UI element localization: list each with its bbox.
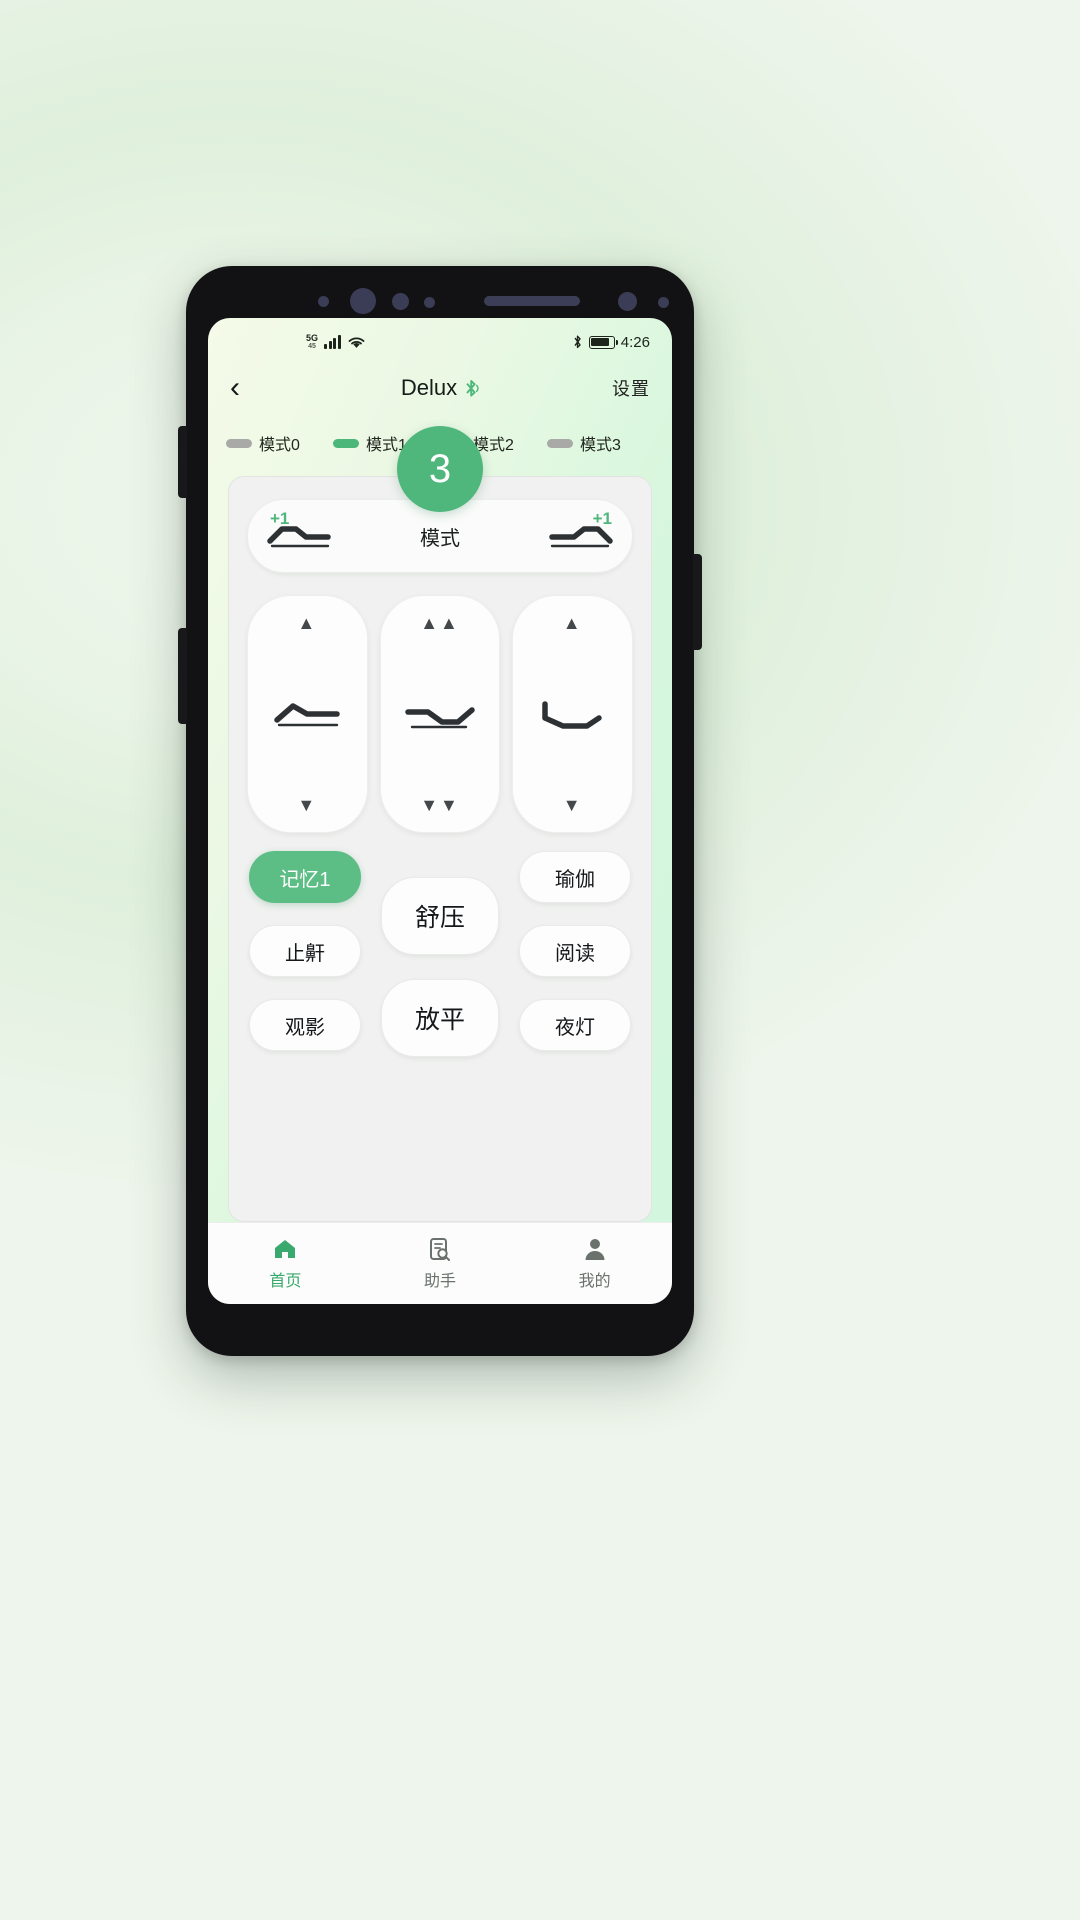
mode-item-0[interactable]: 模式0 [226, 431, 333, 455]
mode-item-3[interactable]: 模式3 [547, 431, 654, 455]
nav-item-assistant[interactable]: 助手 [363, 1236, 518, 1291]
nav-label: 首页 [269, 1273, 302, 1290]
control-head[interactable]: ▲ ▼ [247, 595, 368, 833]
nav-label: 助手 [424, 1273, 457, 1290]
preset-buttons: 记忆1 止鼾 观影 舒压 放平 瑜伽 阅读 夜灯 [247, 851, 633, 1203]
arrow-up-double-icon[interactable]: ▲▲ [420, 614, 460, 632]
preset-column-middle: 舒压 放平 [381, 851, 499, 1081]
preset-night-light[interactable]: 夜灯 [519, 999, 631, 1051]
phone-frame: 5G 45 4:26 ‹ Delux 设置 模式0 模式1 模式2 模式3 3 … [178, 266, 702, 1356]
control-foot[interactable]: ▲ ▼ [512, 595, 634, 833]
arrow-down-icon[interactable]: ▼ [297, 796, 317, 814]
preset-column-right: 瑜伽 阅读 夜灯 [519, 851, 631, 1073]
status-clock: 4:26 [620, 333, 650, 351]
assistant-search-icon [428, 1236, 452, 1262]
nav-item-home[interactable]: 首页 [208, 1236, 363, 1291]
mode-label: 模式0 [259, 437, 300, 454]
sensor-dot-small [318, 296, 329, 307]
person-icon [583, 1236, 607, 1262]
control-card: +1 模式 +1 ▲ ▼ ▲▲ ▼▼ ▲ ▼ 记忆1 止鼾 观影 舒压 放平 瑜… [228, 476, 652, 1222]
preset-column-left: 记忆1 止鼾 观影 [249, 851, 361, 1073]
mode-label: 模式3 [580, 437, 621, 454]
arrow-down-icon[interactable]: ▼ [563, 796, 583, 814]
sensor-dot-tiny [424, 297, 435, 308]
power-button[interactable] [693, 554, 702, 650]
mode-pill-icon [333, 438, 359, 448]
plus-one-label-right: +1 [592, 509, 612, 528]
arrow-down-double-icon[interactable]: ▼▼ [420, 796, 460, 814]
page-title-wrap: Delux [208, 375, 672, 401]
mode-bar-label: 模式 [420, 527, 460, 550]
bottom-navigation: 首页 助手 我的 [208, 1222, 672, 1304]
preset-relax[interactable]: 舒压 [381, 877, 499, 955]
preset-anti-snore[interactable]: 止鼾 [249, 925, 361, 977]
proximity-sensor-icon [618, 292, 637, 311]
sensor-dot-medium [392, 293, 409, 310]
plus-one-label-left: +1 [270, 509, 290, 528]
arrow-up-icon[interactable]: ▲ [297, 614, 317, 632]
bed-foot-icon [541, 701, 602, 729]
bluetooth-icon [574, 335, 581, 349]
front-camera-icon [350, 288, 376, 314]
mode-decrease-button[interactable]: +1 [264, 509, 336, 559]
arrow-up-icon[interactable]: ▲ [563, 614, 583, 632]
battery-icon [588, 335, 618, 349]
signal-bars-icon [324, 335, 341, 349]
position-controls: ▲ ▼ ▲▲ ▼▼ ▲ ▼ [247, 595, 634, 833]
preset-movie[interactable]: 观影 [249, 999, 361, 1051]
preset-flat[interactable]: 放平 [381, 979, 499, 1057]
bed-full-icon [405, 707, 475, 729]
status-bar: 5G 45 4:26 [208, 318, 672, 360]
mode-pill-icon [547, 438, 573, 448]
back-button[interactable]: ‹ [230, 373, 270, 403]
nav-label: 我的 [578, 1273, 611, 1290]
light-sensor-icon [658, 297, 669, 308]
settings-button[interactable]: 设置 [612, 375, 650, 401]
earpiece-speaker [484, 296, 580, 306]
page-title: Delux [400, 375, 458, 400]
volume-down-button[interactable] [178, 628, 187, 724]
preset-yoga[interactable]: 瑜伽 [519, 851, 631, 903]
bed-head-icon [274, 703, 341, 727]
wifi-icon [348, 336, 364, 348]
bluetooth-icon [466, 379, 479, 397]
mode-count-badge: 3 [397, 426, 483, 512]
mode-selector-row: 模式0 模式1 模式2 模式3 3 [208, 416, 672, 512]
control-both[interactable]: ▲▲ ▼▼ [379, 595, 501, 833]
nav-item-profile[interactable]: 我的 [517, 1236, 672, 1291]
home-icon [272, 1236, 298, 1262]
preset-memory-1[interactable]: 记忆1 [249, 851, 361, 903]
phone-bezel-top [186, 266, 694, 324]
phone-screen: 5G 45 4:26 ‹ Delux 设置 模式0 模式1 模式2 模式3 3 … [208, 318, 672, 1304]
preset-reading[interactable]: 阅读 [519, 925, 631, 977]
network-type-label: 5G 45 [306, 333, 319, 351]
mode-increase-button[interactable]: +1 [544, 509, 616, 559]
app-bar: ‹ Delux 设置 [208, 360, 672, 416]
volume-up-button[interactable] [178, 426, 187, 498]
mode-pill-icon [226, 438, 252, 448]
